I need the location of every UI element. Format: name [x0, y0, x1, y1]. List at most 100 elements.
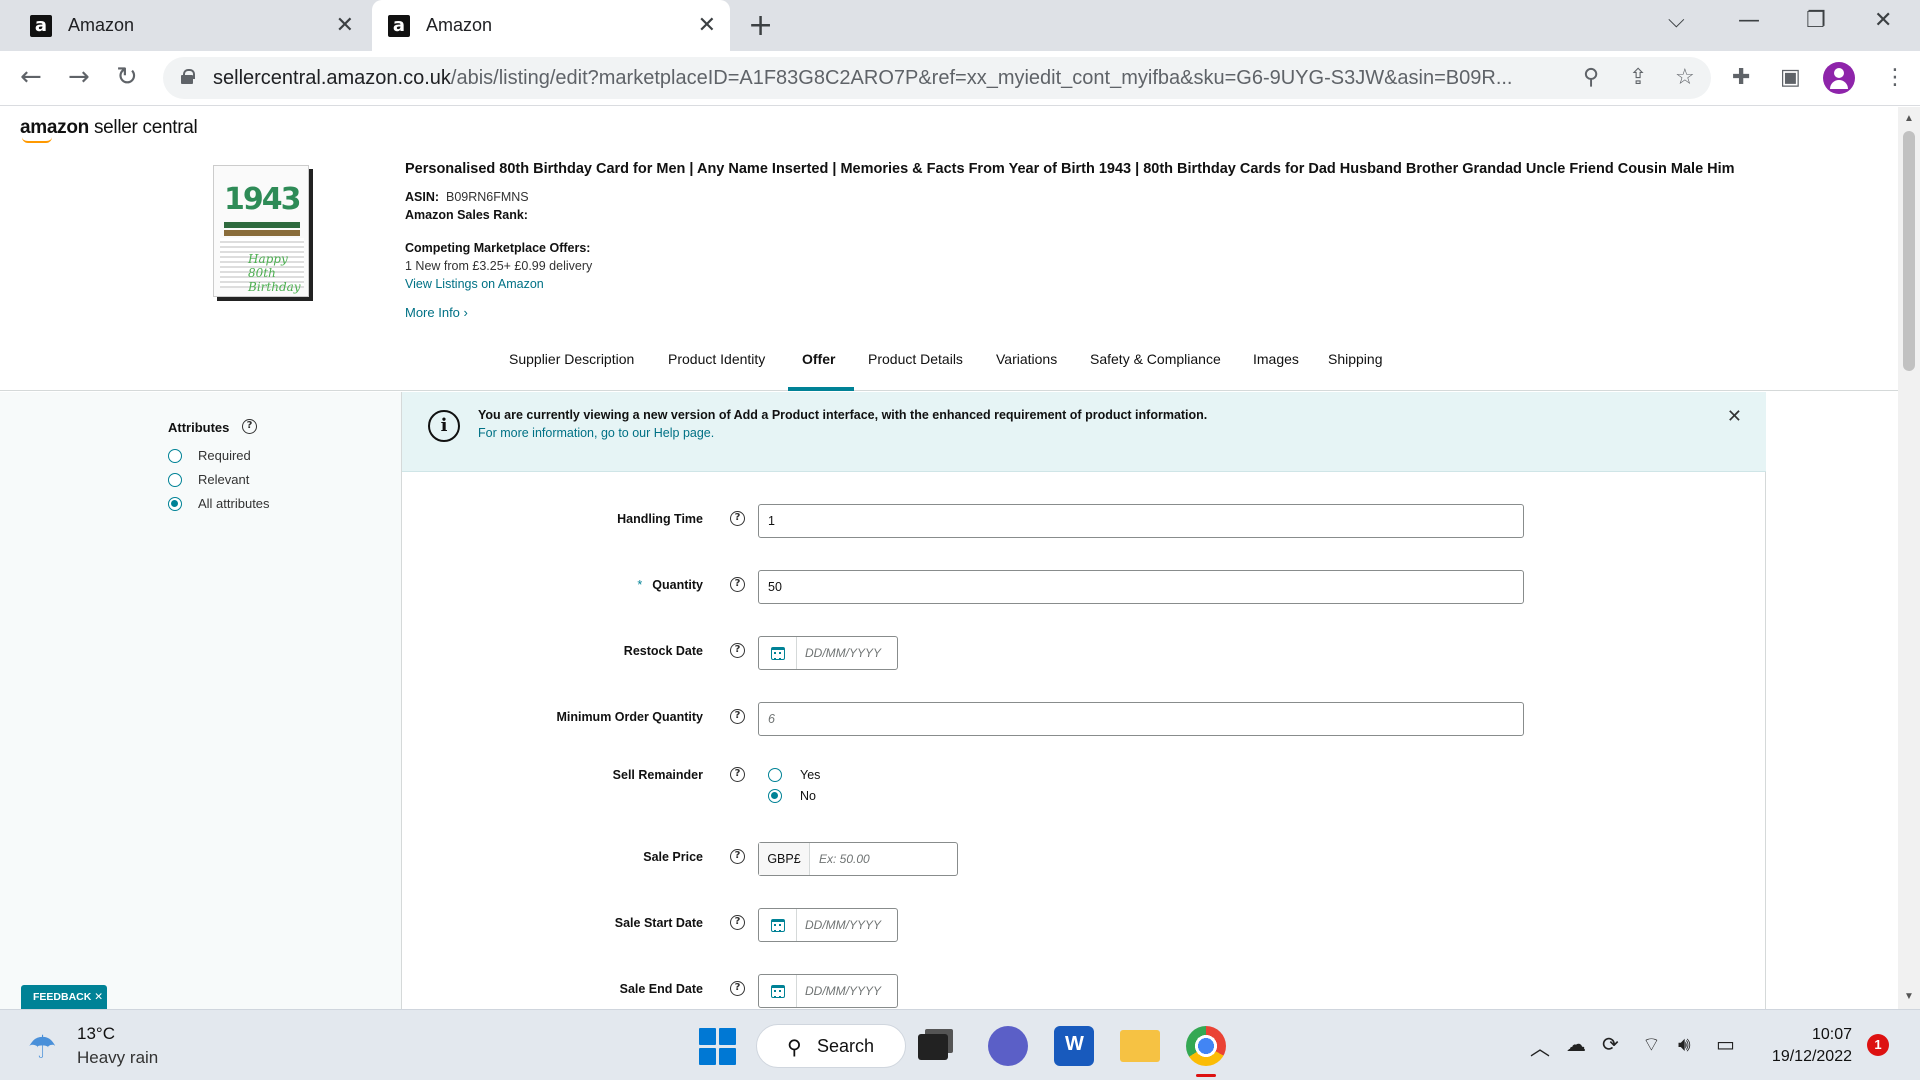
tab-title: Amazon: [426, 15, 493, 35]
sale-price-input[interactable]: GBP£ Ex: 50.00: [758, 842, 958, 876]
word-icon[interactable]: W: [1054, 1026, 1094, 1066]
tab-supplier-description[interactable]: Supplier Description: [509, 351, 634, 367]
sale-end-date-label: Sale End Date: [619, 982, 703, 996]
chevron-up-icon[interactable]: ︿: [1530, 1032, 1550, 1061]
calendar-icon[interactable]: [771, 647, 785, 660]
share-icon[interactable]: ⇪: [1629, 65, 1647, 90]
help-icon[interactable]: ?: [730, 915, 745, 930]
star-icon[interactable]: ☆: [1675, 65, 1695, 90]
filter-required[interactable]: Required: [168, 448, 251, 463]
help-icon[interactable]: ?: [730, 709, 745, 724]
battery-icon[interactable]: ▭: [1716, 1032, 1735, 1056]
search-icon: ⚲: [787, 1035, 802, 1059]
amazon-smile-icon: [22, 137, 52, 143]
restock-date-input[interactable]: DD/MM/YYYY: [758, 636, 898, 670]
close-tab-icon[interactable]: ✕: [336, 13, 354, 38]
min-order-quantity-label: Minimum Order Quantity: [556, 710, 703, 724]
url-omnibox[interactable]: sellercentral.amazon.co.uk/abis/listing/…: [163, 57, 1711, 99]
quantity-input[interactable]: 50: [758, 570, 1524, 604]
sale-end-date-input[interactable]: DD/MM/YYYY: [758, 974, 898, 1008]
browser-tab-1[interactable]: a Amazon ✕: [18, 0, 368, 51]
notification-badge[interactable]: 1: [1867, 1034, 1889, 1056]
tab-shipping[interactable]: Shipping: [1328, 351, 1383, 367]
filter-all-attributes[interactable]: All attributes: [168, 496, 270, 511]
onedrive-cloud-icon[interactable]: ☁: [1566, 1032, 1586, 1056]
help-icon[interactable]: ?: [730, 577, 745, 592]
tab-variations[interactable]: Variations: [996, 351, 1057, 367]
radio-icon[interactable]: [768, 768, 782, 782]
taskbar-search[interactable]: ⚲ Search: [756, 1024, 906, 1068]
restore-icon[interactable]: ❐: [1806, 8, 1826, 33]
reload-icon[interactable]: ↻: [116, 62, 138, 92]
help-icon[interactable]: ?: [730, 767, 745, 782]
calendar-icon[interactable]: [771, 985, 785, 998]
radio-icon[interactable]: [168, 472, 182, 487]
view-listings-link[interactable]: View Listings on Amazon: [405, 277, 544, 291]
minimize-icon[interactable]: —: [1738, 8, 1760, 33]
scroll-down-icon[interactable]: ▼: [1904, 991, 1914, 1002]
volume-icon[interactable]: 🔊︎: [1678, 1032, 1691, 1056]
address-bar: ← → ↻ sellercentral.amazon.co.uk/abis/li…: [0, 51, 1920, 106]
help-icon[interactable]: ?: [730, 981, 745, 996]
handling-time-input[interactable]: 1: [758, 504, 1524, 538]
close-tab-icon[interactable]: ✕: [698, 13, 716, 38]
extensions-icon[interactable]: ✚: [1732, 65, 1750, 90]
browser-tab-2-active[interactable]: a Amazon ✕: [372, 0, 730, 51]
close-icon[interactable]: ✕: [1727, 406, 1742, 427]
listing-tabs: Supplier Description Product Identity Of…: [0, 343, 1898, 391]
seller-central-page: amazon seller central 1943 Happy 80th Bi…: [0, 107, 1898, 1009]
scrollbar-thumb[interactable]: [1903, 131, 1915, 371]
banner-message: You are currently viewing a new version …: [478, 408, 1208, 422]
radio-selected-icon[interactable]: [768, 789, 782, 803]
url-text[interactable]: sellercentral.amazon.co.uk/abis/listing/…: [213, 67, 1512, 90]
forward-icon[interactable]: →: [68, 62, 90, 92]
menu-icon[interactable]: ⋮: [1884, 65, 1906, 90]
help-page-link[interactable]: For more information, go to our Help pag…: [478, 426, 714, 440]
profile-avatar[interactable]: [1823, 62, 1855, 94]
windows-start-icon[interactable]: [697, 1026, 737, 1066]
weather-description[interactable]: Heavy rain: [77, 1048, 158, 1068]
tab-product-details[interactable]: Product Details: [868, 351, 963, 367]
help-icon[interactable]: ?: [730, 511, 745, 526]
lock-icon[interactable]: [181, 69, 195, 84]
radio-selected-icon[interactable]: [168, 496, 182, 511]
sync-icon[interactable]: ⟳: [1602, 1032, 1619, 1056]
side-panel-icon[interactable]: ▣: [1780, 65, 1801, 90]
min-order-quantity-input[interactable]: 6: [758, 702, 1524, 736]
tab-offer[interactable]: Offer: [802, 351, 835, 367]
task-view-icon[interactable]: [918, 1034, 948, 1060]
zoom-icon[interactable]: ⚲: [1583, 65, 1599, 90]
sale-start-date-input[interactable]: DD/MM/YYYY: [758, 908, 898, 942]
seller-central-logo[interactable]: amazon seller central: [20, 117, 198, 139]
taskbar-clock[interactable]: 10:07 19/12/2022: [1760, 1024, 1852, 1068]
help-icon[interactable]: ?: [730, 849, 745, 864]
filter-relevant[interactable]: Relevant: [168, 472, 249, 487]
tab-images[interactable]: Images: [1253, 351, 1299, 367]
new-tab-icon[interactable]: +: [748, 8, 773, 43]
back-icon[interactable]: ←: [20, 62, 42, 92]
wifi-icon[interactable]: ⌔: [1642, 1032, 1661, 1057]
tab-product-identity[interactable]: Product Identity: [668, 351, 765, 367]
feedback-button[interactable]: FEEDBACK ✕: [21, 985, 107, 1009]
weather-temperature[interactable]: 13°C: [77, 1024, 115, 1044]
file-explorer-icon[interactable]: [1120, 1030, 1160, 1062]
help-icon[interactable]: ?: [242, 419, 257, 434]
help-icon[interactable]: ?: [730, 643, 745, 658]
tab-search-chevron-icon[interactable]: ⌵: [1668, 8, 1685, 33]
scroll-up-icon[interactable]: ▲: [1904, 113, 1914, 124]
sell-remainder-no[interactable]: No: [768, 789, 816, 803]
more-info-link[interactable]: More Info ›: [405, 305, 468, 320]
radio-icon[interactable]: [168, 448, 182, 463]
close-window-icon[interactable]: ✕: [1874, 8, 1892, 33]
attributes-heading: Attributes ?: [168, 419, 257, 435]
handling-time-label: Handling Time: [617, 512, 703, 526]
product-image[interactable]: 1943 Happy 80th Birthday: [213, 165, 309, 297]
tab-safety-compliance[interactable]: Safety & Compliance: [1090, 351, 1221, 367]
umbrella-rain-icon[interactable]: ☂: [28, 1028, 57, 1066]
page-scrollbar[interactable]: ▲ ▼: [1898, 107, 1920, 1009]
chrome-icon[interactable]: [1186, 1026, 1226, 1066]
calendar-icon[interactable]: [771, 919, 785, 932]
sell-remainder-yes[interactable]: Yes: [768, 768, 820, 782]
teams-chat-icon[interactable]: [988, 1026, 1028, 1066]
offers-value: 1 New from £3.25+ £0.99 delivery: [405, 259, 593, 273]
